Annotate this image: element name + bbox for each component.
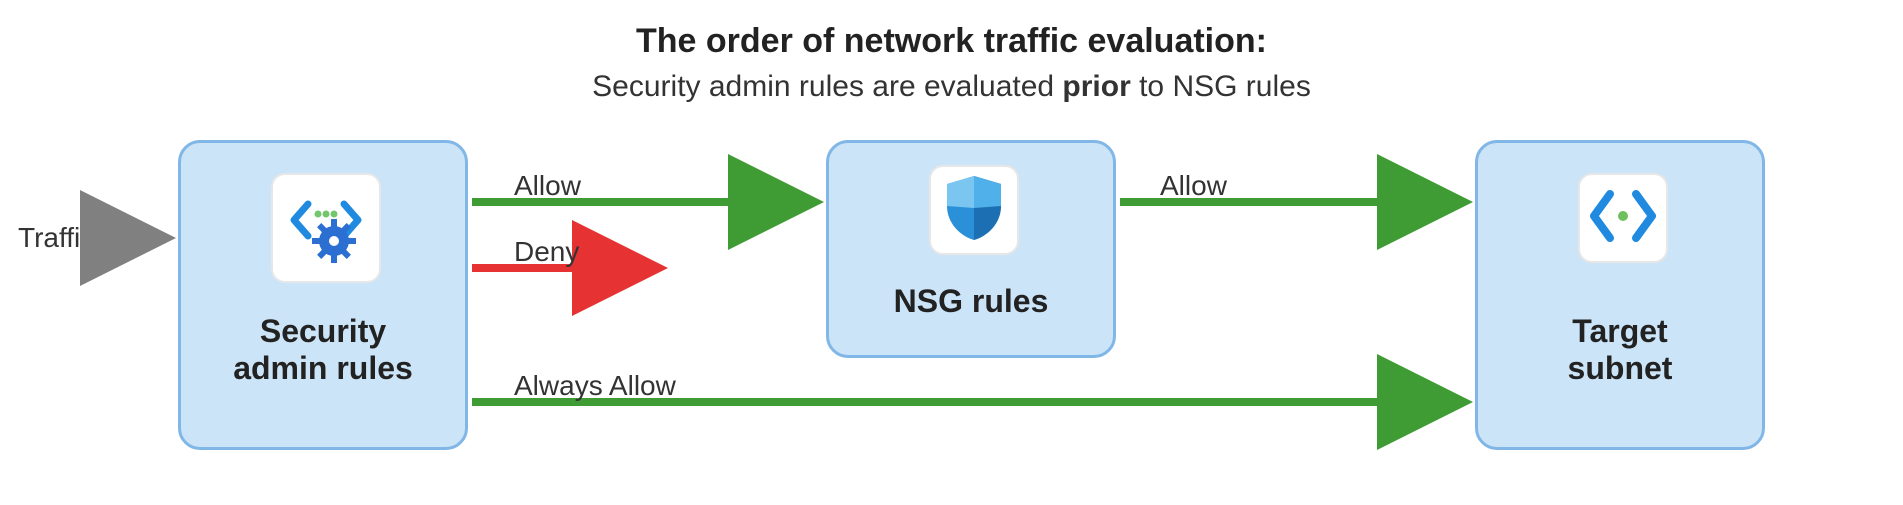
label-allow-1: Allow xyxy=(514,170,581,202)
label-allow-2: Allow xyxy=(1160,170,1227,202)
label-deny: Deny xyxy=(514,236,579,268)
edges-layer xyxy=(0,0,1903,505)
label-always-allow: Always Allow xyxy=(514,370,676,402)
